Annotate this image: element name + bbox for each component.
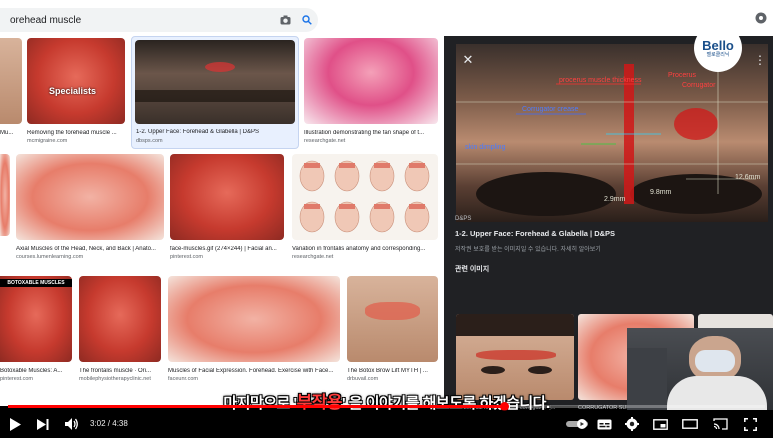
image-result[interactable]: The frontalis muscle · Ori... mobilephys… xyxy=(79,276,161,386)
result-thumbnail: Specialists xyxy=(27,38,125,124)
result-caption: Variation in frontalis anatomy and corre… xyxy=(292,246,426,252)
result-source: researchgate.net xyxy=(292,254,334,260)
cast-icon[interactable] xyxy=(712,417,728,431)
image-result[interactable]: Specialists Removing the forehead muscle… xyxy=(27,38,125,144)
result-caption: Mu... xyxy=(0,130,14,136)
result-caption: Removing the forehead muscle ... xyxy=(27,130,117,136)
preview-title[interactable]: 1-2. Upper Face: Forehead & Glabella | D… xyxy=(455,229,615,238)
image-result[interactable]: Mu... xyxy=(0,38,22,144)
result-thumbnail xyxy=(0,154,10,236)
lens-icon[interactable] xyxy=(274,9,296,31)
result-thumbnail xyxy=(135,40,295,124)
result-thumbnail xyxy=(304,38,438,124)
image-result[interactable]: BOTOXABLE MUSCLES Botoxable Muscles: A..… xyxy=(0,276,72,386)
result-caption: The frontalis muscle · Ori... xyxy=(79,368,152,374)
result-thumbnail xyxy=(0,38,22,124)
result-source: courses.lumenlearning.com xyxy=(16,254,84,260)
result-thumbnail xyxy=(347,276,438,362)
progress-fill xyxy=(8,405,504,408)
result-source: faceunr.com xyxy=(168,376,198,382)
image-result-selected[interactable]: 1-2. Upper Face: Forehead & Glabella | D… xyxy=(131,36,299,149)
result-source: pinterest.com xyxy=(0,376,34,382)
annotation-corrugator-crease: Corrugator crease xyxy=(522,106,579,113)
player-controls: 3:02 / 4:38 xyxy=(0,410,773,438)
image-result[interactable]: Variation in frontalis anatomy and corre… xyxy=(292,154,438,264)
autoplay-toggle[interactable] xyxy=(566,417,588,431)
result-source: researchgate.net xyxy=(304,138,346,144)
image-result[interactable]: face-muscles.gif (274×244) | Facial an..… xyxy=(170,154,284,264)
result-thumbnail xyxy=(292,154,438,240)
result-caption: Axial Muscles of the Head, Neck, and Bac… xyxy=(16,246,156,252)
time-display: 3:02 / 4:38 xyxy=(90,419,128,428)
annotation-muscle-thickness: procerus muscle thickness xyxy=(559,77,642,84)
result-thumbnail xyxy=(168,276,340,362)
result-source: dbsps.com xyxy=(136,138,163,144)
result-caption: Muscles of Facial Expression. Forehead. … xyxy=(168,368,334,374)
annotation-d2: 2.9mm xyxy=(604,196,626,203)
result-source: pinterest.com xyxy=(170,254,204,260)
result-caption: Illustration demonstrating the fan shape… xyxy=(304,130,425,136)
annotation-d3: 9.8mm xyxy=(650,189,672,196)
image-result[interactable]: Axial Muscles of the Head, Neck, and Bac… xyxy=(16,154,164,264)
volume-icon[interactable] xyxy=(64,417,80,431)
result-caption: 1-2. Upper Face: Forehead & Glabella | D… xyxy=(136,129,259,135)
result-caption: Botoxable Muscles: A... xyxy=(0,368,63,374)
related-heading: 관련 이미지 xyxy=(455,266,490,273)
annotation-procerus: Procerus xyxy=(668,72,697,79)
image-result[interactable] xyxy=(0,154,10,254)
result-source: mcmigraine.com xyxy=(27,138,68,144)
result-thumbnail xyxy=(170,154,284,240)
logo-text: Bello xyxy=(702,37,734,53)
image-results-grid: Mu... Specialists Removing the forehead … xyxy=(0,36,444,406)
progress-bar[interactable] xyxy=(8,402,765,411)
subtitles-icon[interactable] xyxy=(596,417,612,431)
next-icon[interactable] xyxy=(36,417,50,431)
result-source: drbuvail.com xyxy=(347,376,379,382)
image-result[interactable]: Muscles of Facial Expression. Forehead. … xyxy=(168,276,340,386)
result-thumbnail: BOTOXABLE MUSCLES xyxy=(0,276,72,362)
annotation-corrugator: Corrugator xyxy=(682,82,716,89)
result-thumbnail xyxy=(79,276,161,362)
miniplayer-icon[interactable] xyxy=(652,417,668,431)
close-icon[interactable]: ✕ xyxy=(460,52,476,68)
result-badge: BOTOXABLE MUSCLES xyxy=(0,279,72,287)
result-badge: Specialists xyxy=(49,86,97,96)
search-input[interactable]: orehead muscle xyxy=(0,15,274,26)
theater-icon[interactable] xyxy=(682,417,698,431)
result-caption: face-muscles.gif (274×244) | Facial an..… xyxy=(170,246,277,252)
annotation-d1: 12.6mm xyxy=(735,174,761,181)
logo-subtext: 벨로클리닉 xyxy=(706,51,730,58)
result-thumbnail xyxy=(16,154,164,240)
copyright-note: 저작권 보호를 받는 이미지일 수 있습니다. 자세히 알아보기 xyxy=(455,247,601,253)
channel-logo: Bello 벨로클리닉 xyxy=(694,24,742,72)
gear-icon[interactable] xyxy=(754,11,768,25)
search-header: orehead muscle xyxy=(0,0,773,36)
image-result[interactable]: Illustration demonstrating the fan shape… xyxy=(304,38,438,144)
result-caption: The Botox Brow Lift MYTH | ... xyxy=(347,368,428,374)
settings-icon[interactable] xyxy=(624,417,640,431)
preview-source[interactable]: D&PS xyxy=(455,216,471,222)
fullscreen-icon[interactable] xyxy=(742,417,758,431)
search-icon[interactable] xyxy=(296,9,318,31)
image-result[interactable]: The Botox Brow Lift MYTH | ... drbuvail.… xyxy=(347,276,438,386)
more-icon[interactable]: ⋮ xyxy=(754,52,766,68)
search-box[interactable]: orehead muscle xyxy=(0,8,318,32)
annotation-skin-dimpling: skin dimpling xyxy=(465,144,506,151)
result-source: mobilephysiotherapyclinic.net xyxy=(79,376,151,382)
play-icon[interactable] xyxy=(8,417,22,431)
